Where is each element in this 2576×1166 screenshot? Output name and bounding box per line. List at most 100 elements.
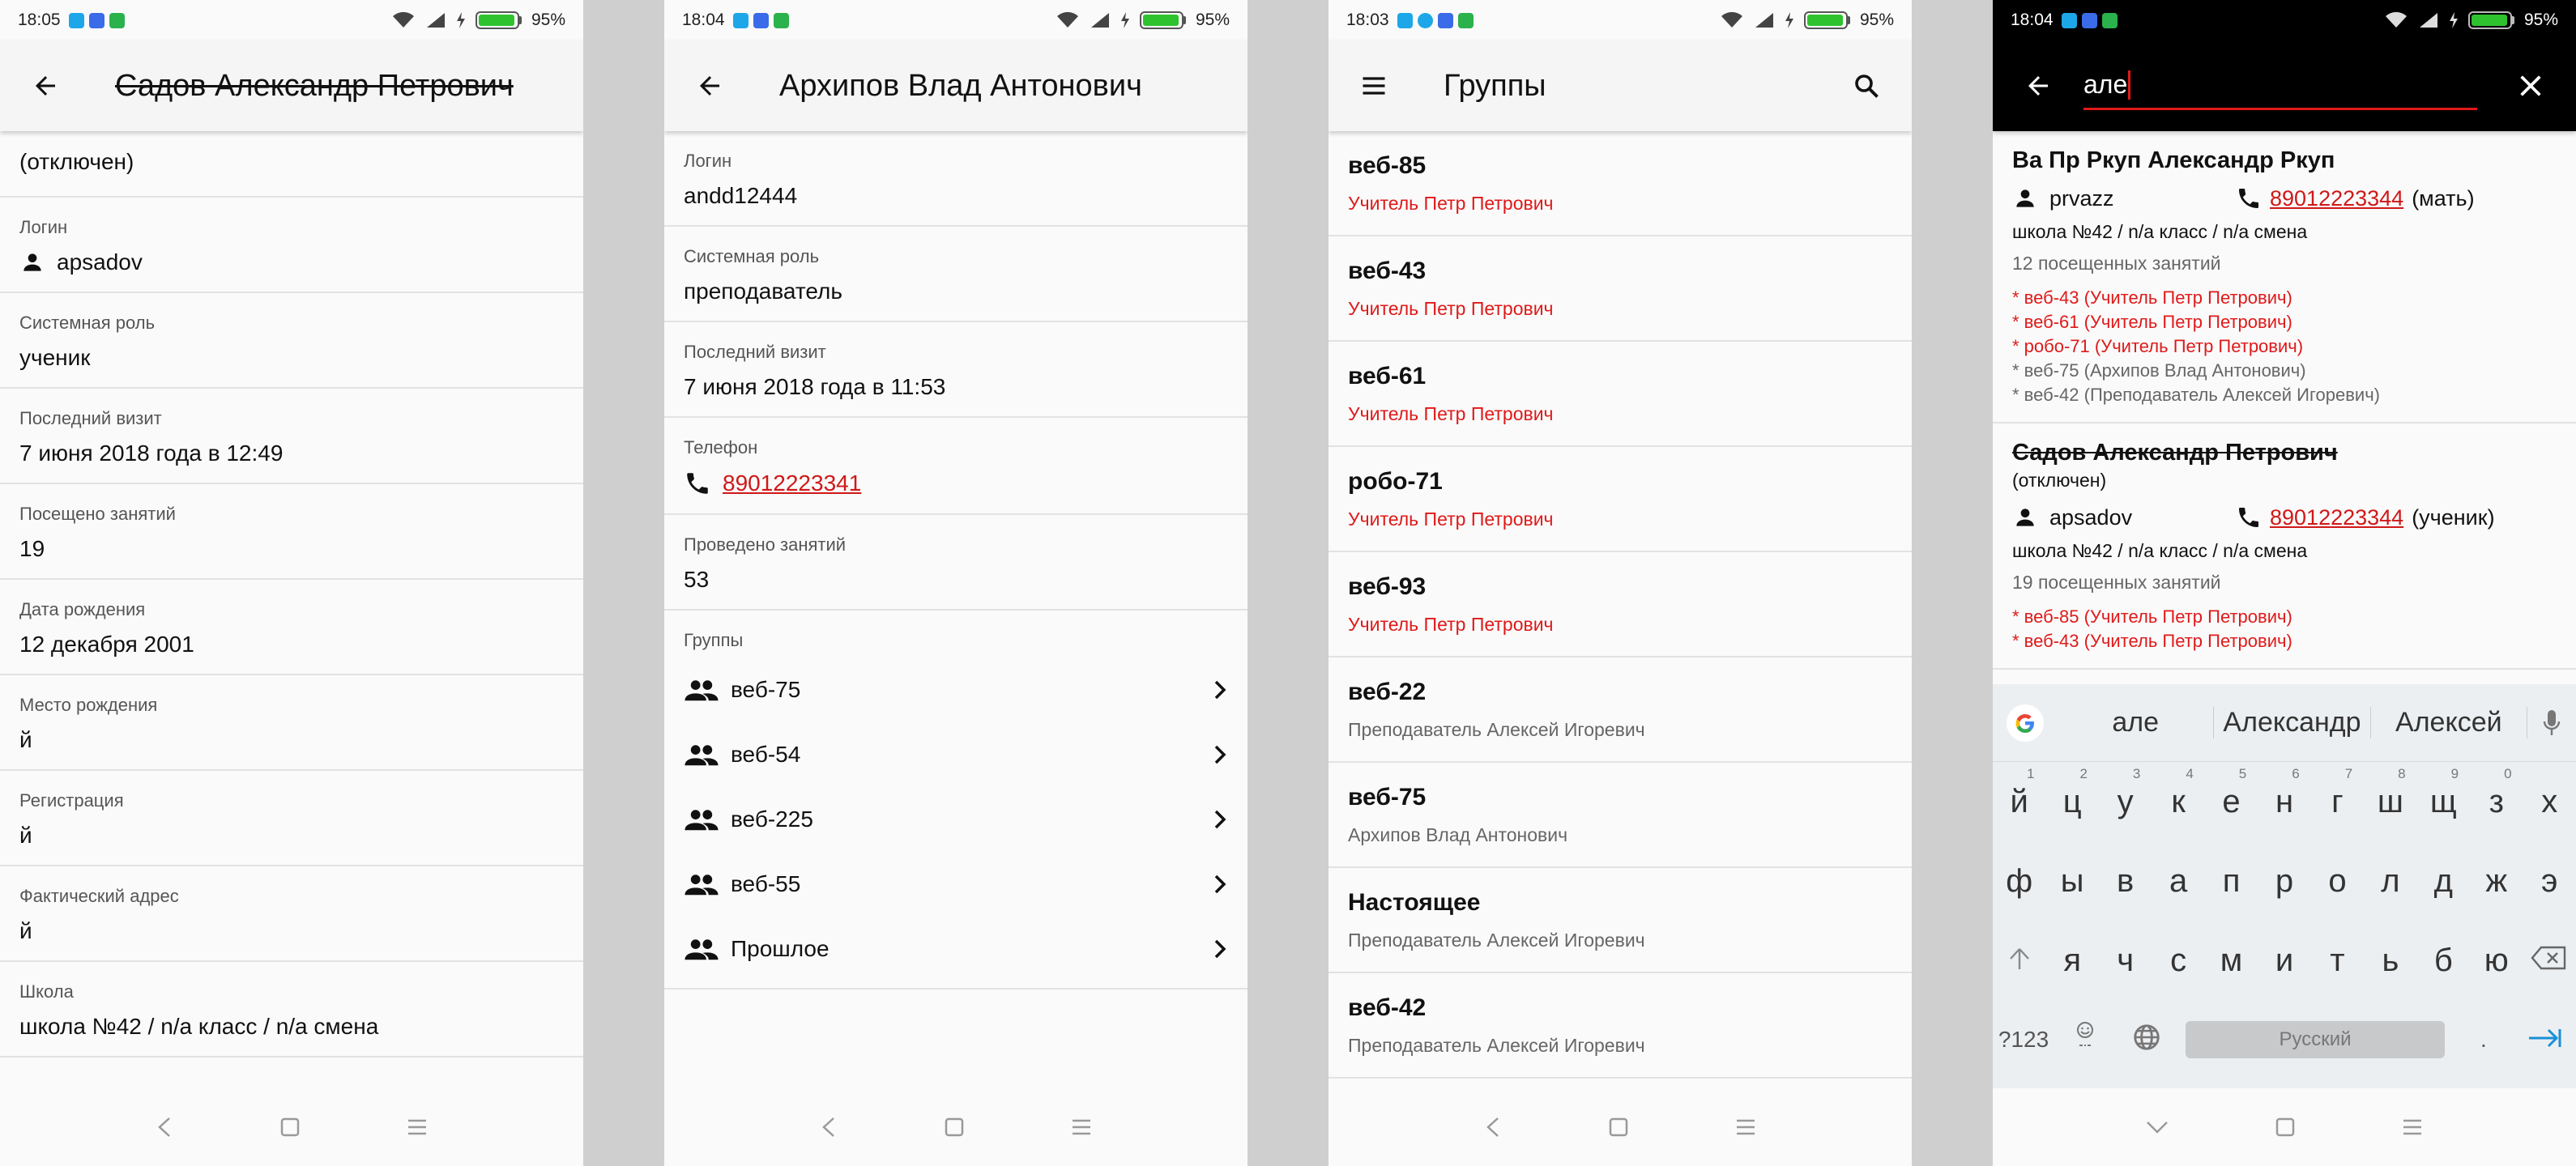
group-label: веб-55 bbox=[731, 871, 801, 896]
phone-link[interactable]: 89012223344 bbox=[2270, 186, 2403, 211]
search-result[interactable]: Ва Пр Ркуп Александр Ркуп prvazz 8901222… bbox=[1993, 131, 2576, 423]
nav-back-icon[interactable] bbox=[819, 1116, 838, 1138]
nav-menu-icon[interactable] bbox=[1070, 1117, 1093, 1137]
key-label: у bbox=[2117, 783, 2134, 819]
clear-search-button[interactable] bbox=[2485, 40, 2576, 131]
mic-button[interactable] bbox=[2527, 709, 2576, 738]
letter-key[interactable]: г7 bbox=[2311, 766, 2364, 820]
key-hint: 2 bbox=[2079, 765, 2088, 781]
nav-home-icon[interactable] bbox=[944, 1117, 965, 1138]
letter-key[interactable]: с bbox=[2152, 943, 2204, 979]
letter-key[interactable]: н6 bbox=[2258, 766, 2310, 820]
backspace-key[interactable] bbox=[2523, 943, 2576, 979]
list-item[interactable]: Настоящее Преподаватель Алексей Игоревич bbox=[1329, 868, 1912, 973]
group-row[interactable]: веб-225 bbox=[664, 787, 1247, 852]
letter-key[interactable]: ь bbox=[2364, 943, 2416, 979]
nav-menu-icon[interactable] bbox=[1734, 1117, 1757, 1137]
list-item[interactable]: веб-22 Преподаватель Алексей Игоревич bbox=[1329, 657, 1912, 763]
letter-key[interactable]: л bbox=[2364, 863, 2416, 900]
letter-key[interactable]: й1 bbox=[1993, 766, 2045, 820]
phone-link[interactable]: 89012223344 bbox=[2270, 505, 2403, 530]
back-button[interactable] bbox=[1993, 40, 2083, 131]
nav-menu-icon[interactable] bbox=[406, 1117, 429, 1137]
letter-key[interactable]: м bbox=[2205, 943, 2258, 979]
list-item[interactable]: веб-85 Учитель Петр Петрович bbox=[1329, 131, 1912, 236]
google-icon[interactable] bbox=[1993, 704, 2058, 743]
letter-key[interactable]: з0 bbox=[2470, 766, 2523, 820]
letter-key[interactable]: п bbox=[2205, 863, 2258, 900]
list-item[interactable]: веб-75 Архипов Влад Антонович bbox=[1329, 763, 1912, 868]
phone-link[interactable]: 89012223341 bbox=[723, 470, 861, 496]
battery-percent: 95% bbox=[1195, 11, 1230, 29]
group-row[interactable]: Прошлое bbox=[664, 917, 1247, 981]
suggestion-strip: але Александр Алексей bbox=[1993, 684, 2576, 762]
list-item[interactable]: робо-71 Учитель Петр Петрович bbox=[1329, 447, 1912, 552]
letter-key[interactable]: ц2 bbox=[2045, 766, 2098, 820]
group-row[interactable]: веб-54 bbox=[664, 722, 1247, 787]
letter-key[interactable]: а bbox=[2152, 863, 2204, 900]
nav-menu-icon[interactable] bbox=[2401, 1117, 2424, 1137]
letter-key[interactable]: я bbox=[2045, 943, 2098, 979]
space-key[interactable]: Русский bbox=[2186, 1021, 2445, 1058]
letter-key[interactable]: ю bbox=[2470, 943, 2523, 979]
field-school: Школа школа №42 / n/a класс / n/a смена bbox=[0, 962, 583, 1057]
list-item[interactable]: веб-61 Учитель Петр Петрович bbox=[1329, 342, 1912, 447]
letter-key[interactable]: и bbox=[2258, 943, 2310, 979]
letter-key[interactable]: д bbox=[2417, 863, 2470, 900]
suggestion[interactable]: Александр bbox=[2214, 707, 2371, 738]
letter-key[interactable]: в bbox=[2099, 863, 2152, 900]
status-bar: 18:03 95% bbox=[1329, 0, 1912, 40]
letter-key[interactable]: е5 bbox=[2205, 766, 2258, 820]
group-row[interactable]: веб-75 bbox=[664, 657, 1247, 722]
letter-key[interactable]: ы bbox=[2045, 863, 2098, 900]
phone-note: (мать) bbox=[2412, 185, 2475, 211]
back-button[interactable] bbox=[664, 40, 755, 131]
result-login: apsadov bbox=[2012, 504, 2236, 530]
suggestion[interactable]: Алексей bbox=[2371, 707, 2527, 738]
group-name: веб-43 bbox=[1348, 257, 1427, 284]
list-item[interactable]: веб-42 Преподаватель Алексей Игоревич bbox=[1329, 973, 1912, 1079]
chevron-right-icon bbox=[1214, 874, 1226, 894]
field-value-row: 89012223341 bbox=[684, 470, 1228, 497]
nav-home-icon[interactable] bbox=[2275, 1117, 2296, 1138]
system-nav-bar bbox=[1329, 1088, 1912, 1166]
language-key[interactable] bbox=[2116, 1022, 2177, 1058]
list-item[interactable]: веб-93 Учитель Петр Петрович bbox=[1329, 552, 1912, 657]
charging-icon bbox=[456, 12, 465, 28]
letter-key[interactable]: щ9 bbox=[2417, 766, 2470, 820]
letter-key[interactable]: э bbox=[2523, 863, 2576, 900]
letter-key[interactable]: ш8 bbox=[2364, 766, 2416, 820]
letter-key[interactable]: т bbox=[2311, 943, 2364, 979]
numbers-key[interactable]: ?123 bbox=[1993, 1027, 2054, 1053]
group-row[interactable]: веб-55 bbox=[664, 852, 1247, 917]
back-button[interactable] bbox=[0, 40, 91, 131]
shift-key[interactable] bbox=[1993, 943, 2045, 979]
letter-key[interactable]: к4 bbox=[2152, 766, 2204, 820]
nav-home-icon[interactable] bbox=[279, 1117, 301, 1138]
result-group: * веб-85 (Учитель Петр Петрович) bbox=[2012, 606, 2292, 627]
field-visits: Посещено занятий 19 bbox=[0, 484, 583, 580]
search-button[interactable] bbox=[1821, 40, 1912, 131]
nav-hide-keyboard-icon[interactable] bbox=[2145, 1118, 2169, 1136]
nav-back-icon[interactable] bbox=[1483, 1116, 1503, 1138]
letter-key[interactable]: у3 bbox=[2099, 766, 2152, 820]
enter-key[interactable] bbox=[2514, 1022, 2576, 1058]
nav-back-icon[interactable] bbox=[155, 1116, 174, 1138]
search-input[interactable]: але bbox=[2083, 62, 2477, 110]
letter-key[interactable]: о bbox=[2311, 863, 2364, 900]
period-key[interactable]: . bbox=[2453, 1027, 2514, 1053]
list-item[interactable]: веб-43 Учитель Петр Петрович bbox=[1329, 236, 1912, 342]
letter-key[interactable]: ж bbox=[2470, 863, 2523, 900]
letter-key[interactable]: р bbox=[2258, 863, 2310, 900]
group-name: веб-93 bbox=[1348, 573, 1427, 600]
letter-key[interactable]: х bbox=[2523, 784, 2576, 820]
letter-key[interactable]: ч bbox=[2099, 943, 2152, 979]
letter-key[interactable]: б bbox=[2417, 943, 2470, 979]
menu-button[interactable] bbox=[1329, 40, 1419, 131]
letter-key[interactable]: ф bbox=[1993, 863, 2045, 900]
field-label: Телефон bbox=[684, 437, 758, 457]
emoji-key[interactable] bbox=[2054, 1021, 2116, 1059]
suggestion[interactable]: але bbox=[2058, 707, 2215, 738]
nav-home-icon[interactable] bbox=[1608, 1117, 1629, 1138]
search-result[interactable]: Садов Александр Петрович (отключен) apsa… bbox=[1993, 423, 2576, 670]
